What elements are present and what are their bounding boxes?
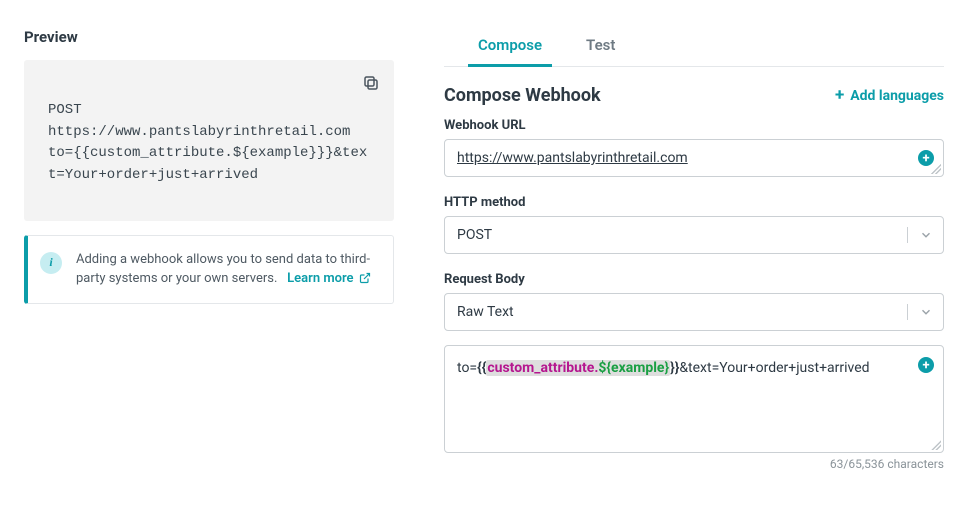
body-prefix: to=	[457, 360, 477, 376]
body-brace-open: {{	[477, 360, 486, 376]
http-method-value: POST	[457, 227, 504, 243]
external-link-icon	[359, 272, 371, 284]
body-type-value: Raw Text	[457, 304, 526, 320]
http-method-select[interactable]: POST	[444, 216, 944, 254]
info-callout: i Adding a webhook allows you to send da…	[24, 235, 394, 304]
add-languages-button[interactable]: + Add languages	[835, 87, 944, 104]
body-type-select[interactable]: Raw Text	[444, 293, 944, 331]
add-languages-label: Add languages	[850, 88, 944, 104]
tabs: Compose Test	[444, 28, 944, 67]
chevron-down-icon	[907, 304, 943, 320]
body-brace-close: }}	[670, 360, 679, 376]
method-label: HTTP method	[444, 195, 944, 210]
plus-icon: +	[835, 87, 844, 104]
tab-test[interactable]: Test	[582, 28, 619, 66]
add-personalization-icon[interactable]: +	[918, 357, 934, 373]
preview-title: Preview	[24, 28, 394, 46]
learn-more-link[interactable]: Learn more	[287, 271, 371, 286]
request-body-editor[interactable]: to={{custom_attribute.${example}}}&text=…	[444, 345, 944, 453]
body-suffix: &text=Your+order+just+arrived	[679, 360, 869, 376]
info-icon: i	[40, 252, 62, 274]
resize-handle-icon[interactable]	[931, 164, 941, 174]
preview-panel: POST https://www.pantslabyrinthretail.co…	[24, 60, 394, 221]
preview-content: POST https://www.pantslabyrinthretail.co…	[48, 100, 370, 187]
body-placeholder-token: ${example}	[598, 360, 669, 376]
learn-more-label: Learn more	[287, 271, 353, 286]
character-count: 63/65,536 characters	[444, 457, 944, 471]
body-attr-token: custom_attribute	[487, 360, 594, 376]
chevron-down-icon	[907, 227, 943, 243]
webhook-url-input[interactable]	[444, 139, 944, 177]
compose-heading: Compose Webhook	[444, 85, 601, 106]
url-label: Webhook URL	[444, 118, 944, 133]
tab-compose[interactable]: Compose	[474, 28, 546, 66]
resize-handle-icon[interactable]	[931, 440, 941, 450]
copy-icon[interactable]	[362, 74, 380, 92]
body-label: Request Body	[444, 272, 944, 287]
